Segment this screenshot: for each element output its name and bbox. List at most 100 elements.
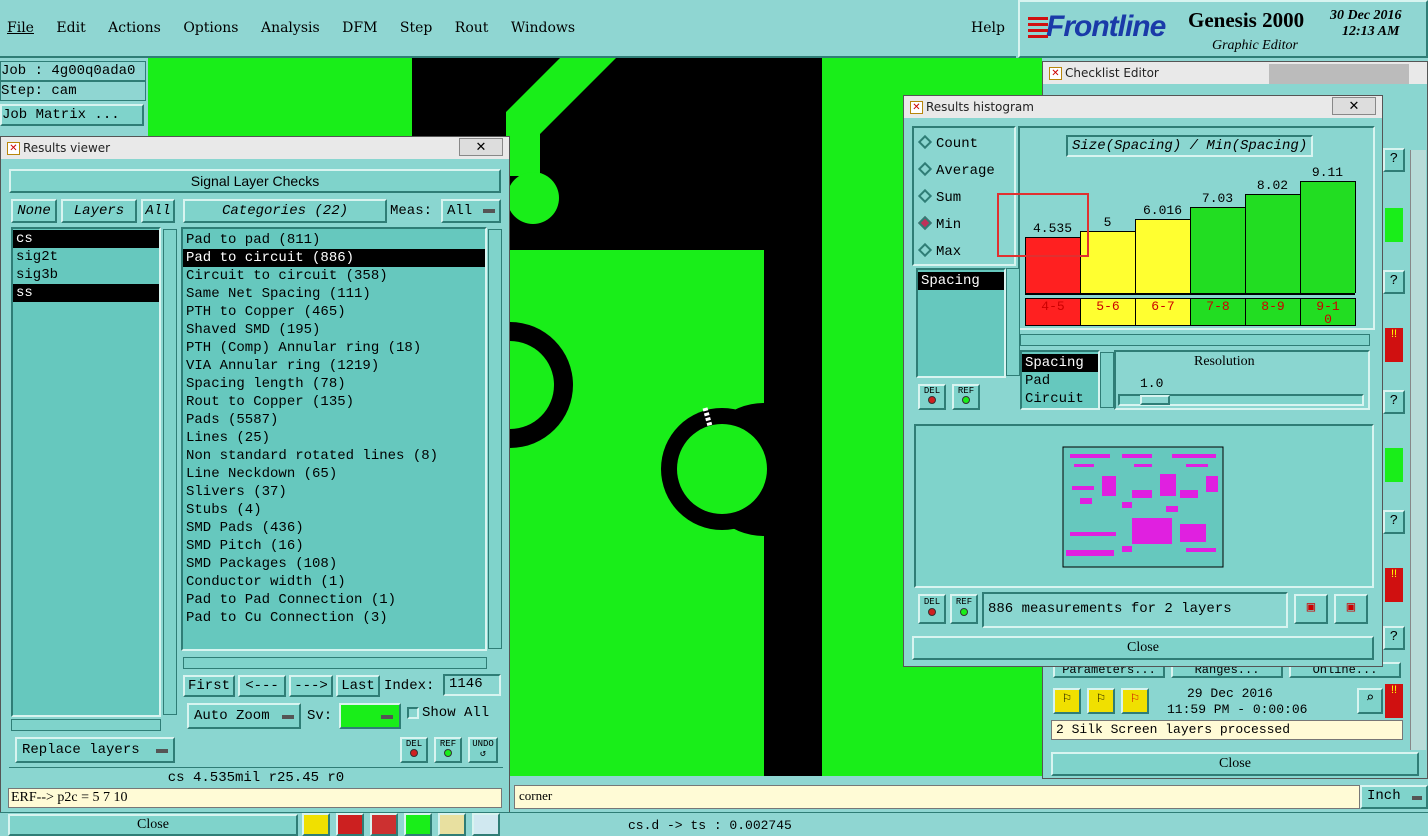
replace-layers-dropdown[interactable]: Replace layers: [15, 737, 175, 763]
menu-help[interactable]: Help: [971, 20, 1005, 36]
index-input[interactable]: 1146: [443, 674, 501, 696]
stop-run-icon[interactable]: ⚐: [1121, 688, 1149, 714]
layer-item[interactable]: sig2t: [13, 248, 159, 266]
undo-button[interactable]: UNDO ↺: [468, 737, 498, 763]
ref-button[interactable]: REF: [434, 737, 462, 763]
help-question-icon[interactable]: ?: [1383, 270, 1405, 294]
category-item[interactable]: Non standard rotated lines (8): [183, 447, 485, 465]
histogram-bucket-label[interactable]: 9-10: [1300, 298, 1356, 326]
resolution-slider[interactable]: [1118, 394, 1364, 406]
erf-tool-icon[interactable]: [370, 813, 398, 836]
histogram-bar[interactable]: [1245, 194, 1301, 293]
slider-thumb[interactable]: [1140, 395, 1170, 405]
layer-tool-icon[interactable]: [404, 813, 432, 836]
histogram-close-button[interactable]: Close: [912, 636, 1374, 660]
far-right-scrollbar[interactable]: [1410, 150, 1426, 750]
category-item[interactable]: Pad to Cu Connection (3): [183, 609, 485, 627]
board-preview-map[interactable]: [1062, 446, 1224, 568]
auto-zoom-dropdown[interactable]: Auto Zoom: [187, 703, 301, 729]
category-list-scrollbar[interactable]: [488, 229, 502, 649]
menu-step[interactable]: Step: [400, 20, 432, 36]
category-item[interactable]: Circuit to circuit (358): [183, 267, 485, 285]
menu-rout[interactable]: Rout: [455, 20, 489, 36]
menu-edit[interactable]: Edit: [56, 20, 85, 36]
mode-radio-sum[interactable]: Sum: [916, 188, 995, 215]
import-report-icon[interactable]: ▣: [1334, 594, 1368, 624]
next-button[interactable]: --->: [289, 675, 333, 697]
layers-button[interactable]: Layers: [61, 199, 137, 223]
histogram-bucket-label[interactable]: 5-6: [1080, 298, 1136, 326]
zoom-icon[interactable]: ⌕: [1357, 688, 1383, 714]
histogram-tool-icon[interactable]: [472, 813, 500, 836]
param-list[interactable]: Spacing Pad Circuit: [1020, 350, 1100, 410]
run-all-icon[interactable]: ⚐: [1087, 688, 1115, 714]
histogram-bucket-label[interactable]: 4-5: [1025, 298, 1081, 326]
menu-dfm[interactable]: DFM: [342, 20, 377, 36]
histogram-bucket-label[interactable]: 6-7: [1135, 298, 1191, 326]
unit-dropdown[interactable]: Inch: [1360, 785, 1428, 809]
histogram-bucket-label[interactable]: 8-9: [1245, 298, 1301, 326]
help-question-icon[interactable]: ?: [1383, 626, 1405, 650]
category-item[interactable]: Spacing length (78): [183, 375, 485, 393]
close-window-button[interactable]: ✕: [1332, 97, 1376, 115]
param-item[interactable]: Circuit: [1022, 390, 1098, 408]
checklist-close-button[interactable]: Close: [1051, 752, 1419, 776]
help-question-icon[interactable]: ?: [1383, 148, 1405, 172]
highlight-tool-icon[interactable]: [336, 813, 364, 836]
first-button[interactable]: First: [183, 675, 235, 697]
menu-actions[interactable]: Actions: [108, 20, 161, 36]
layer-list-hscrollbar[interactable]: [11, 719, 161, 731]
histogram-del-button-2[interactable]: DEL: [918, 594, 946, 624]
param-item[interactable]: Pad: [1022, 372, 1098, 390]
category-list-hscrollbar[interactable]: [183, 657, 487, 669]
layer-item[interactable]: ss: [13, 284, 159, 302]
mode-radio-min[interactable]: Min: [916, 215, 995, 242]
category-list[interactable]: Pad to pad (811) Pad to circuit (886) Circ…: [181, 227, 487, 651]
close-window-button[interactable]: ✕: [459, 138, 503, 156]
chart-hscrollbar[interactable]: [1020, 334, 1370, 346]
category-item[interactable]: SMD Packages (108): [183, 555, 485, 573]
layer-list[interactable]: cs sig2t sig3b ss: [11, 227, 161, 717]
param-item[interactable]: Spacing: [1022, 354, 1098, 372]
histogram-bar[interactable]: [1135, 219, 1191, 293]
histogram-ref-button-2[interactable]: REF: [950, 594, 978, 624]
layer-item[interactable]: cs: [13, 230, 159, 248]
spacing-list[interactable]: Spacing: [916, 268, 1006, 378]
menu-file[interactable]: File: [7, 20, 34, 36]
meas-dropdown[interactable]: All: [441, 199, 501, 223]
category-item[interactable]: Line Neckdown (65): [183, 465, 485, 483]
category-item[interactable]: Pads (5587): [183, 411, 485, 429]
menu-options[interactable]: Options: [183, 20, 238, 36]
measure-tool-icon[interactable]: [302, 813, 330, 836]
category-item[interactable]: Lines (25): [183, 429, 485, 447]
category-item[interactable]: PTH (Comp) Annular ring (18): [183, 339, 485, 357]
category-item[interactable]: Pad to Pad Connection (1): [183, 591, 485, 609]
category-item[interactable]: Conductor width (1): [183, 573, 485, 591]
category-item[interactable]: Slivers (37): [183, 483, 485, 501]
category-item[interactable]: Same Net Spacing (111): [183, 285, 485, 303]
histogram-bar[interactable]: [1300, 181, 1356, 293]
category-item[interactable]: VIA Annular ring (1219): [183, 357, 485, 375]
del-button[interactable]: DEL: [400, 737, 428, 763]
job-matrix-button[interactable]: Job Matrix ...: [0, 104, 144, 126]
layers-none-button[interactable]: None: [11, 199, 57, 223]
sv-color-dropdown[interactable]: [339, 703, 401, 729]
show-all-checkbox[interactable]: [407, 707, 419, 719]
export-report-icon[interactable]: ▣: [1294, 594, 1328, 624]
layer-item[interactable]: sig3b: [13, 266, 159, 284]
category-item[interactable]: Stubs (4): [183, 501, 485, 519]
erf-command-line[interactable]: ERF--> p2c = 5 7 10: [8, 788, 502, 808]
menu-analysis[interactable]: Analysis: [261, 20, 320, 36]
report-tool-icon[interactable]: [438, 813, 466, 836]
category-item[interactable]: Pad to pad (811): [183, 231, 485, 249]
histogram-del-button[interactable]: DEL: [918, 384, 946, 410]
menu-windows[interactable]: Windows: [511, 20, 575, 36]
mode-radio-count[interactable]: Count: [916, 134, 995, 161]
histogram-bar[interactable]: [1190, 207, 1246, 293]
category-item[interactable]: SMD Pads (436): [183, 519, 485, 537]
category-item[interactable]: SMD Pitch (16): [183, 537, 485, 555]
spacing-item[interactable]: Spacing: [918, 272, 1004, 290]
last-button[interactable]: Last: [336, 675, 380, 697]
prev-button[interactable]: <---: [238, 675, 286, 697]
histogram-bucket-label[interactable]: 7-8: [1190, 298, 1246, 326]
